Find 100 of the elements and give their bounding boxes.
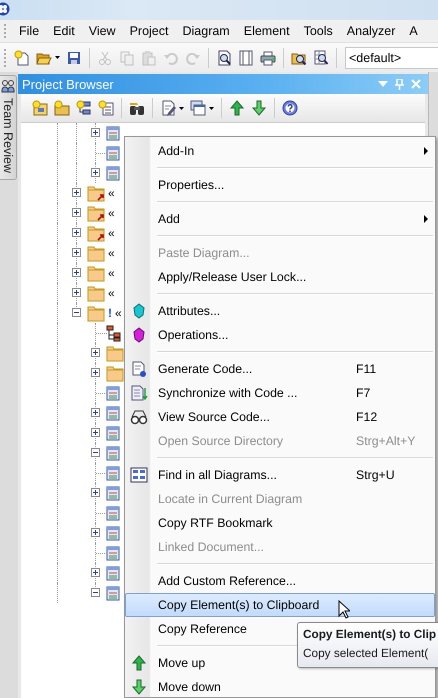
- menu-item[interactable]: Copy Element(s) to Clipboard: [125, 593, 435, 617]
- down-arrow-icon: [251, 100, 267, 116]
- folder-icon: [87, 284, 105, 302]
- menu-item[interactable]: Synchronize with Code ... F7: [125, 381, 435, 405]
- menu-item[interactable]: File: [12, 24, 46, 38]
- diagram-icon: [106, 324, 121, 342]
- expand-toggle[interactable]: [72, 248, 81, 257]
- style-combo-box[interactable]: <default>: [345, 46, 438, 68]
- caret-icon: [209, 106, 214, 110]
- folder-icon: [87, 244, 105, 262]
- expand-toggle[interactable]: [91, 348, 100, 357]
- printer-icon: [260, 50, 276, 66]
- expand-toggle[interactable]: [72, 228, 81, 237]
- app-logo-icon: [0, 2, 10, 16]
- mouse-pointer-icon: [338, 600, 350, 619]
- scissors-icon: [97, 50, 113, 66]
- menu-item[interactable]: View: [82, 24, 123, 38]
- people-icon: [1, 79, 15, 95]
- menu-item[interactable]: Attributes...: [125, 299, 435, 323]
- expand-toggle[interactable]: [72, 188, 81, 197]
- binoculars-icon: [129, 100, 145, 116]
- collapse-toggle[interactable]: [91, 448, 100, 457]
- element-icon: [106, 506, 120, 520]
- tree-item-label[interactable]: «: [108, 286, 115, 300]
- expand-toggle[interactable]: [91, 408, 100, 417]
- menu-item[interactable]: Add: [125, 207, 435, 231]
- expand-toggle[interactable]: [91, 168, 100, 177]
- new-diagram-icon: [76, 100, 92, 116]
- expand-toggle[interactable]: [91, 368, 100, 377]
- element-icon: [106, 566, 120, 580]
- element-icon: [106, 446, 120, 460]
- folder-icon: [106, 364, 124, 382]
- expand-toggle[interactable]: [72, 288, 81, 297]
- save-icon: [66, 50, 82, 66]
- tooltip-title: Copy Element(s) to Clip: [303, 627, 438, 643]
- stacked-windows-icon: [190, 100, 206, 116]
- document-down-arrow-icon: [130, 384, 148, 402]
- magnifier-document-icon: [216, 50, 232, 66]
- package-icon: [32, 100, 48, 116]
- expand-toggle[interactable]: [91, 568, 100, 577]
- element-icon: [106, 126, 120, 140]
- menu-item[interactable]: Copy RTF Bookmark: [125, 511, 435, 535]
- element-icon: [106, 426, 120, 440]
- expand-toggle[interactable]: [91, 488, 100, 497]
- menu-item[interactable]: Generate Code... F11: [125, 357, 435, 381]
- expand-toggle[interactable]: [91, 528, 100, 537]
- diagram-search-icon: [130, 467, 148, 483]
- menu-item[interactable]: Element: [236, 24, 297, 38]
- menu-item[interactable]: Tools: [296, 24, 340, 38]
- menu-item[interactable]: Properties...: [125, 173, 435, 197]
- element-icon: [106, 386, 120, 400]
- element-icon: [106, 586, 120, 600]
- tree-item-label[interactable]: «: [115, 306, 122, 320]
- tree-item-label[interactable]: «: [108, 206, 115, 220]
- help-icon: [282, 100, 298, 116]
- menu-item[interactable]: Add Custom Reference...: [125, 569, 435, 593]
- tree-item-label[interactable]: «: [108, 266, 115, 280]
- menu-item[interactable]: Move down: [125, 675, 435, 698]
- tree-item-label[interactable]: «: [108, 226, 115, 240]
- menu-item[interactable]: Apply/Release User Lock...: [125, 265, 435, 289]
- tree-item-label[interactable]: «: [108, 186, 115, 200]
- up-arrow-icon: [131, 655, 147, 671]
- menu-item[interactable]: Project: [122, 24, 176, 38]
- panel-title: Project Browser: [22, 76, 115, 92]
- team-review-tab[interactable]: Team Review: [0, 75, 17, 180]
- new-element-icon: [98, 100, 114, 116]
- menu-item[interactable]: Add-In: [125, 139, 435, 163]
- glasses-icon: [130, 409, 148, 425]
- menu-item[interactable]: Operations...: [125, 323, 435, 347]
- expand-toggle[interactable]: [91, 428, 100, 437]
- menu-item[interactable]: Diagram: [175, 24, 237, 38]
- element-icon: [106, 406, 120, 420]
- menu-item[interactable]: Analyzer: [340, 24, 402, 38]
- up-arrow-icon: [229, 100, 245, 116]
- menu-item[interactable]: Edit: [46, 24, 82, 38]
- menu-item[interactable]: Find in all Diagrams... Strg+U: [125, 463, 435, 487]
- new-document-icon: [14, 50, 30, 66]
- collapse-toggle[interactable]: [91, 588, 100, 597]
- expand-toggle[interactable]: [72, 208, 81, 217]
- menu-item[interactable]: A: [402, 24, 425, 38]
- clipboard-icon: [141, 50, 157, 66]
- caret-icon: [55, 56, 60, 59]
- tree-item-label[interactable]: «: [108, 246, 115, 260]
- table-magnifier-icon: [313, 50, 329, 66]
- element-icon: [106, 486, 120, 500]
- element-icon: [106, 466, 120, 480]
- down-arrow-icon: [131, 679, 147, 695]
- element-icon: [106, 526, 120, 540]
- folder-icon: [106, 344, 124, 362]
- folder-arrow-icon: [87, 184, 105, 202]
- folder-icon: [87, 264, 105, 282]
- collapse-toggle[interactable]: [72, 308, 81, 317]
- menu-item[interactable]: View Source Code... F12: [125, 405, 435, 429]
- tooltip-text: Copy selected Element(: [303, 646, 430, 662]
- folder-icon: [87, 304, 105, 322]
- new-folder-icon: [54, 100, 70, 116]
- expand-toggle[interactable]: [91, 128, 100, 137]
- gem-icon: [132, 327, 146, 343]
- note-pencil-icon: [160, 100, 176, 116]
- expand-toggle[interactable]: [72, 268, 81, 277]
